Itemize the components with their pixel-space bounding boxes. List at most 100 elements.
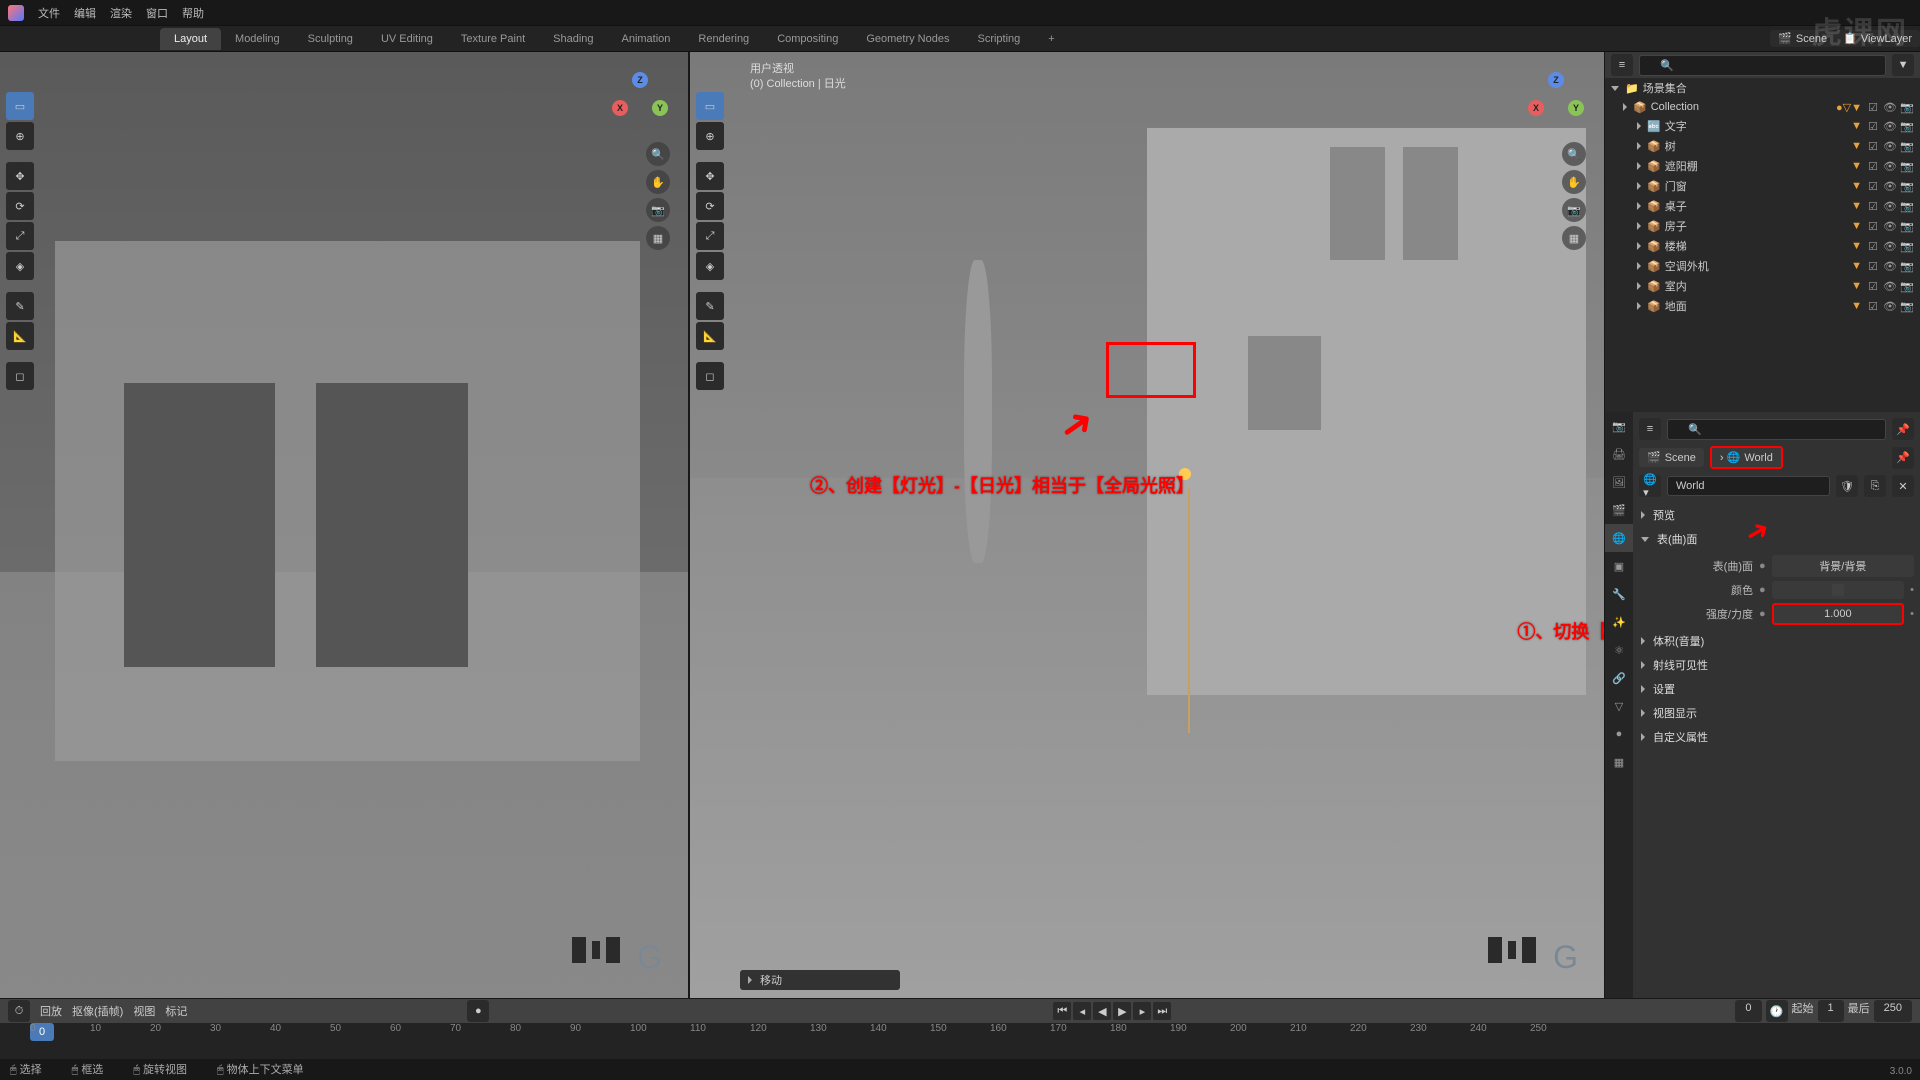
axis-y[interactable]: Y — [652, 100, 668, 116]
tl-keying[interactable]: 抠像(插帧) — [72, 1003, 123, 1019]
tool-rotate[interactable]: ⟳ — [6, 192, 34, 220]
tab-particles-icon[interactable]: ✨ — [1605, 608, 1633, 636]
outliner-item[interactable]: 📦门窗 ▼ ☑👁📷 — [1605, 176, 1920, 196]
panel-preview[interactable]: 预览 — [1639, 503, 1914, 527]
persp-icon[interactable]: ▦ — [646, 226, 670, 250]
tab-uv[interactable]: UV Editing — [367, 28, 447, 50]
tab-scene-icon[interactable]: 🎬 — [1605, 496, 1633, 524]
tab-data-icon[interactable]: ▽ — [1605, 692, 1633, 720]
panel-custom[interactable]: 自定义属性 — [1639, 725, 1914, 749]
timeline-ruler[interactable]: 0 01020304050607080901001101201301401501… — [0, 1023, 1920, 1059]
world-shield-icon[interactable]: 🛡 — [1836, 475, 1858, 497]
pan-icon[interactable]: ✋ — [1562, 170, 1586, 194]
tool-scale[interactable]: ⤢ — [6, 222, 34, 250]
viewport-left[interactable]: ⬚ 视图 选择 添加 物体 🌐 全局 ▾ ⊙ 🧲 ◯ ● ◐ ◉ ◫ ◫ ◫ ◫… — [0, 52, 690, 998]
tab-shading[interactable]: Shading — [539, 28, 607, 50]
next-key-icon[interactable]: ▸ — [1133, 1002, 1151, 1020]
outliner-item[interactable]: 📦树 ▼ ☑👁📷 — [1605, 136, 1920, 156]
axis-x[interactable]: X — [612, 100, 628, 116]
tool-transform[interactable]: ◈ — [696, 252, 724, 280]
tab-scripting[interactable]: Scripting — [963, 28, 1034, 50]
outliner-item[interactable]: 📦楼梯 ▼ ☑👁📷 — [1605, 236, 1920, 256]
scene-collection-row[interactable]: 📁场景集合 — [1605, 78, 1920, 98]
outliner-item[interactable]: 📦Collection ●▽▼ ☑👁📷 — [1605, 98, 1920, 116]
tool-move[interactable]: ✥ — [6, 162, 34, 190]
scene-selector[interactable]: 🎬 Scene — [1770, 30, 1835, 47]
tab-object-icon[interactable]: ▣ — [1605, 552, 1633, 580]
tab-render-icon[interactable]: 📷 — [1605, 412, 1633, 440]
pin-icon[interactable]: 📌 — [1892, 418, 1914, 440]
tool-move[interactable]: ✥ — [696, 162, 724, 190]
tab-animation[interactable]: Animation — [608, 28, 685, 50]
tool-addcube[interactable]: ◻ — [696, 362, 724, 390]
outliner-item[interactable]: 📦房子 ▼ ☑👁📷 — [1605, 216, 1920, 236]
tab-compositing[interactable]: Compositing — [763, 28, 852, 50]
play-icon[interactable]: ▶ — [1113, 1002, 1131, 1020]
color-field[interactable] — [1772, 581, 1904, 599]
props-search[interactable]: 🔍 — [1667, 419, 1886, 440]
frame-start[interactable]: 1 — [1818, 1000, 1844, 1022]
frame-end[interactable]: 250 — [1874, 1000, 1912, 1022]
world-delete-icon[interactable]: ✕ — [1892, 475, 1914, 497]
tab-geonodes[interactable]: Geometry Nodes — [852, 28, 963, 50]
nav-gizmo-right[interactable]: Z X Y — [1528, 72, 1584, 128]
breadcrumb-scene[interactable]: 🎬 Scene — [1639, 448, 1704, 467]
menu-edit[interactable]: 编辑 — [74, 5, 96, 21]
tab-viewlayer-icon[interactable]: 🖼 — [1605, 468, 1633, 496]
persp-icon[interactable]: ▦ — [1562, 226, 1586, 250]
tool-select[interactable]: ▭ — [696, 92, 724, 120]
play-rev-icon[interactable]: ◀ — [1093, 1002, 1111, 1020]
current-frame[interactable]: 0 — [1735, 1000, 1761, 1022]
world-name[interactable]: World — [1667, 476, 1830, 496]
menu-render[interactable]: 渲染 — [110, 5, 132, 21]
outliner-item[interactable]: 📦空调外机 ▼ ☑👁📷 — [1605, 256, 1920, 276]
app-logo[interactable] — [8, 5, 24, 21]
tab-texture-icon[interactable]: ▦ — [1605, 748, 1633, 776]
outliner-search[interactable]: 🔍 — [1639, 55, 1886, 76]
tab-layout[interactable]: Layout — [160, 28, 221, 50]
autokey-icon[interactable]: ● — [467, 1000, 489, 1022]
axis-x[interactable]: X — [1528, 100, 1544, 116]
tool-annotate[interactable]: ✎ — [696, 292, 724, 320]
axis-z[interactable]: Z — [1548, 72, 1564, 88]
outliner-item[interactable]: 📦桌子 ▼ ☑👁📷 — [1605, 196, 1920, 216]
tab-add[interactable]: + — [1034, 28, 1068, 50]
pan-icon[interactable]: ✋ — [646, 170, 670, 194]
tool-select[interactable]: ▭ — [6, 92, 34, 120]
jump-start-icon[interactable]: ⏮ — [1053, 1002, 1071, 1020]
filter-icon[interactable]: ▼ — [1892, 54, 1914, 76]
world-copy-icon[interactable]: ⎘ — [1864, 475, 1886, 497]
panel-surface[interactable]: 表(曲)面 — [1639, 527, 1914, 551]
nav-gizmo-left[interactable]: Z X Y — [612, 72, 668, 128]
tool-cursor[interactable]: ⊕ — [696, 122, 724, 150]
camera-icon[interactable]: 📷 — [646, 198, 670, 222]
tool-scale[interactable]: ⤢ — [696, 222, 724, 250]
camera-icon[interactable]: 📷 — [1562, 198, 1586, 222]
panel-viewport[interactable]: 视图显示 — [1639, 701, 1914, 725]
outliner-item[interactable]: 📦地面 ▼ ☑👁📷 — [1605, 296, 1920, 316]
tab-physics-icon[interactable]: ⚛ — [1605, 636, 1633, 664]
tab-modeling[interactable]: Modeling — [221, 28, 294, 50]
axis-y[interactable]: Y — [1568, 100, 1584, 116]
tl-view[interactable]: 视图 — [133, 1003, 155, 1019]
menu-help[interactable]: 帮助 — [182, 5, 204, 21]
tab-constraint-icon[interactable]: 🔗 — [1605, 664, 1633, 692]
world-browse-icon[interactable]: 🌐▾ — [1639, 475, 1661, 497]
outliner-type-icon[interactable]: ≡ — [1611, 54, 1633, 76]
panel-settings[interactable]: 设置 — [1639, 677, 1914, 701]
zoom-icon[interactable]: 🔍 — [1562, 142, 1586, 166]
tool-annotate[interactable]: ✎ — [6, 292, 34, 320]
timeline-type-icon[interactable]: ⏱ — [8, 1000, 30, 1022]
clock-icon[interactable]: 🕐 — [1766, 1000, 1788, 1022]
panel-ray[interactable]: 射线可见性 — [1639, 653, 1914, 677]
outliner-item[interactable]: 📦室内 ▼ ☑👁📷 — [1605, 276, 1920, 296]
tab-rendering[interactable]: Rendering — [684, 28, 763, 50]
tab-world-icon[interactable]: 🌐 — [1605, 524, 1633, 552]
pin-icon2[interactable]: 📌 — [1892, 447, 1914, 469]
tl-playback[interactable]: 回放 — [40, 1003, 62, 1019]
outliner-item[interactable]: 🔤文字 ▼ ☑👁📷 — [1605, 116, 1920, 136]
tool-rotate[interactable]: ⟳ — [696, 192, 724, 220]
viewport-right[interactable]: ⬚ ◈ 物体模式 ▾ 视图 选择 添加 物体 🌐 全局 ▾ ⊙ 🧲 ◯ ⊞ ◫ … — [690, 52, 1604, 998]
tl-marker[interactable]: 标记 — [165, 1003, 187, 1019]
tab-sculpting[interactable]: Sculpting — [294, 28, 367, 50]
